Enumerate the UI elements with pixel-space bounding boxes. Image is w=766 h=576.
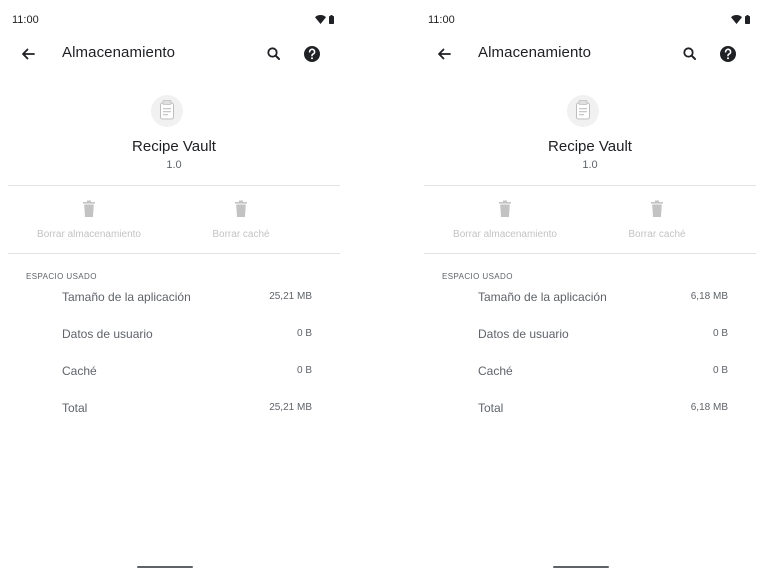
row-value: 6,18 MB [690,402,728,413]
row-label: Datos de usuario [478,327,569,341]
row-label: Total [62,401,88,415]
status-time: 11:00 [428,14,455,26]
storage-row-app-size: Tamaño de la aplicación 6,18 MB [424,290,756,310]
storage-row-cache: Caché 0 B [8,364,340,384]
battery-icon [745,15,750,24]
phone-screen-left: 11:00 Almacenamiento Recipe Vault 1.0 Bo… [8,0,340,576]
battery-icon [329,15,334,24]
back-arrow-icon[interactable] [434,44,454,64]
app-name: Recipe Vault [548,138,632,155]
help-icon[interactable] [718,44,738,64]
divider [424,253,756,254]
app-name: Recipe Vault [132,138,216,155]
row-value: 0 B [712,328,728,339]
row-label: Caché [62,364,97,378]
trash-icon [83,200,95,217]
row-value: 0 B [296,328,312,339]
section-header: ESPACIO USADO [26,272,97,281]
row-label: Caché [478,364,513,378]
page-title: Almacenamiento [478,44,592,61]
app-icon [566,94,600,128]
row-label: Datos de usuario [62,327,153,341]
clear-storage-label: Borrar almacenamiento [37,229,141,240]
divider [424,185,756,186]
app-version: 1.0 [582,159,598,171]
storage-row-total: Total 6,18 MB [424,401,756,421]
clear-cache-button[interactable]: Borrar caché [582,200,732,242]
status-icons [315,15,334,24]
row-value: 6,18 MB [690,291,728,302]
clear-storage-label: Borrar almacenamiento [453,229,557,240]
wifi-icon [731,15,742,24]
storage-row-user-data: Datos de usuario 0 B [424,327,756,347]
divider [8,185,340,186]
storage-row-total: Total 25,21 MB [8,401,340,421]
clear-storage-button[interactable]: Borrar almacenamiento [430,200,580,242]
row-value: 25,21 MB [269,291,312,302]
row-value: 0 B [712,365,728,376]
back-arrow-icon[interactable] [18,44,38,64]
trash-icon [651,200,663,217]
app-icon [150,94,184,128]
page-title: Almacenamiento [62,44,176,61]
gesture-nav-handle[interactable] [137,566,193,568]
status-bar: 11:00 [428,14,752,30]
row-label: Tamaño de la aplicación [62,290,191,304]
section-header: ESPACIO USADO [442,272,513,281]
status-icons [731,15,750,24]
help-icon[interactable] [302,44,322,64]
search-icon[interactable] [680,44,700,64]
clear-cache-label: Borrar caché [212,229,270,240]
row-label: Tamaño de la aplicación [478,290,607,304]
gesture-nav-handle[interactable] [553,566,609,568]
row-label: Total [478,401,504,415]
status-time: 11:00 [12,14,39,26]
app-bar: Almacenamiento [8,40,340,68]
clear-cache-label: Borrar caché [628,229,686,240]
trash-icon [499,200,511,217]
storage-row-user-data: Datos de usuario 0 B [8,327,340,347]
status-bar: 11:00 [12,14,336,30]
row-value: 0 B [296,365,312,376]
clear-storage-button[interactable]: Borrar almacenamiento [14,200,164,242]
clear-cache-button[interactable]: Borrar caché [166,200,316,242]
trash-icon [235,200,247,217]
app-version: 1.0 [166,159,182,171]
app-bar: Almacenamiento [424,40,756,68]
storage-row-cache: Caché 0 B [424,364,756,384]
row-value: 25,21 MB [269,402,312,413]
phone-screen-right: 11:00 Almacenamiento Recipe Vault 1.0 Bo… [424,0,756,576]
divider [8,253,340,254]
search-icon[interactable] [264,44,284,64]
wifi-icon [315,15,326,24]
storage-row-app-size: Tamaño de la aplicación 25,21 MB [8,290,340,310]
